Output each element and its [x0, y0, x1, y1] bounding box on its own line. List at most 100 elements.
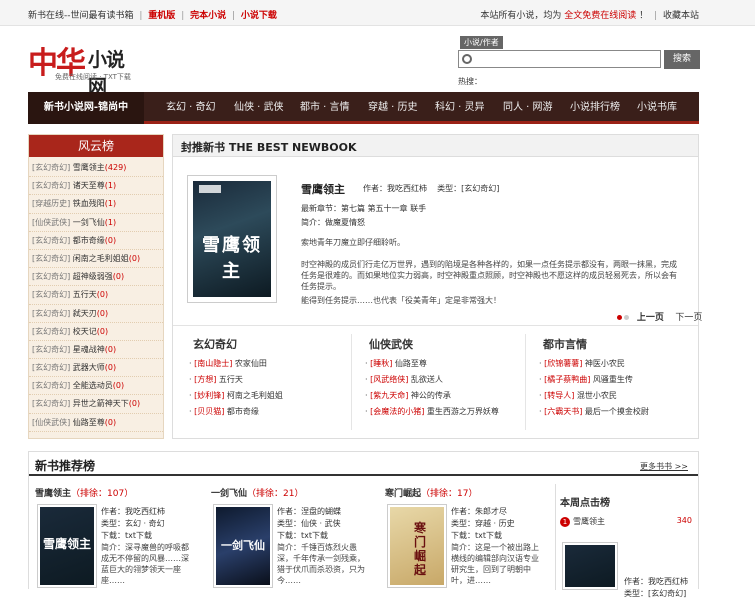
list-item[interactable]: · [紫九天命] 神公的传承 [365, 388, 525, 404]
site-slogan: 新书在线--世间最有读书箱 [28, 11, 134, 21]
publisher-badge [199, 185, 221, 193]
featured-latest-chapter[interactable]: 最新章节：第七篇 第五十一章 联手 [301, 203, 426, 214]
search-type-label[interactable]: 小说/作者 [460, 36, 503, 49]
book-title[interactable]: 一剑飞仙（排徐：21） [211, 486, 303, 499]
fengyun-item[interactable]: [玄幻奇幻] 雪鹰领主(429) [29, 159, 163, 178]
book-download[interactable]: 下载：txt下载 [101, 530, 152, 541]
featured-cover[interactable]: 雪鹰领主 [187, 175, 277, 303]
list-item[interactable]: · [方想] 五行天 [189, 372, 349, 388]
cover-image [565, 545, 615, 587]
item-category: [玄幻奇幻] [32, 163, 71, 172]
divider [525, 334, 526, 430]
fengyun-item[interactable]: [玄幻奇幻] 星魂战神(0) [29, 341, 163, 360]
nav-item-ranking[interactable]: 小说排行榜 [570, 92, 620, 124]
featured-book-name[interactable]: 雪鹰领主 [301, 181, 345, 197]
book-download[interactable]: 下载：txt下载 [277, 530, 328, 541]
list-item[interactable]: · [六霸天书] 最后一个摸金校尉 [539, 404, 699, 420]
list-item[interactable]: · [转导人] 混世小农民 [539, 388, 699, 404]
book-download[interactable]: 下载：txt下载 [451, 530, 502, 541]
nav-item-chuanyue[interactable]: 穿越 · 历史 [368, 92, 418, 124]
category-col-xianxia: 仙侠武侠 · [睡秋] 仙路至尊 · [风武络侠] 乱欲送人 · [紫九天命] … [351, 326, 519, 439]
cover-image: 寒门崛起 [390, 507, 444, 585]
list-item[interactable]: · [贝贝猫] 都市奇缘 [189, 404, 349, 420]
notice-text: 本站所有小说，均为 [480, 11, 562, 21]
fengyun-item[interactable]: [玄幻奇幻] 超神级弱强(0) [29, 268, 163, 287]
pager-dot[interactable] [624, 315, 629, 320]
fengyun-item[interactable]: [玄幻奇幻] 五行天(0) [29, 286, 163, 305]
item-category: [玄幻奇幻] [32, 399, 71, 409]
site-logo[interactable]: 中华 小说网 免费在线阅读 · TXT下载 [28, 38, 138, 98]
book-cover[interactable]: 雪鹰领主 [37, 504, 97, 588]
item-hits: (0) [104, 235, 117, 245]
nav-item-library[interactable]: 小说书库 [637, 92, 677, 124]
item-name: 弑天刃 [72, 308, 97, 318]
rank-row[interactable]: 1 雪鹰领主 340 [560, 516, 696, 527]
book-title[interactable]: 雪鹰领主（排徐：107） [35, 486, 133, 499]
book-cover[interactable]: 一剑飞仙 [213, 504, 273, 588]
list-item[interactable]: · [南山隐士] 农家仙田 [189, 356, 349, 372]
fengyun-item[interactable]: [玄幻奇幻] 异世之箭神天下(0) [29, 395, 163, 414]
book-title[interactable]: 寒门崛起（排徐：17） [385, 486, 477, 499]
featured-desc-2: 时空神殿的成员们行走亿万世界，遇到的陷境是各种各样的，如果一点任务提示都没有，两… [301, 260, 677, 291]
category-title[interactable]: 仙侠武侠 [369, 336, 413, 352]
finished-novels-link[interactable]: 完本小说 [190, 11, 226, 21]
search-button[interactable]: 搜索 [664, 50, 700, 69]
book-card: 一剑飞仙（排徐：21） 一剑飞仙 作者：涅盘的蝴蝶 类型：仙侠 · 武侠 下载：… [205, 484, 375, 590]
rank-author: 作者：我吃西红柿 [624, 577, 688, 586]
novel-download-link[interactable]: 小说下载 [241, 11, 277, 21]
fengyun-item[interactable]: [仙侠武侠] 一剑飞仙(1) [29, 214, 163, 232]
nav-item-tongren[interactable]: 同人 · 网游 [503, 92, 553, 124]
fengyun-item[interactable]: [玄幻奇幻] 闲南之毛利姐姐(0) [29, 250, 163, 269]
fengyun-item[interactable]: [玄幻奇幻] 校天记(0) [29, 323, 163, 341]
main-nav: 新书小说网-锦尚中 玄幻 · 奇幻 仙侠 · 武侠 都市 · 言情 穿越 · 历… [28, 92, 699, 124]
nav-item-kehuan[interactable]: 科幻 · 灵异 [435, 92, 485, 124]
separator: | [139, 11, 143, 21]
item-hits: (0) [104, 417, 117, 427]
fengyun-item[interactable]: [玄幻奇幻] 都市奇缘(0) [29, 232, 163, 250]
rank-count: 340 [676, 516, 692, 525]
cover-image: 雪鹰领主 [40, 507, 94, 585]
cover-image: 一剑飞仙 [216, 507, 270, 585]
nav-item-xuanhuan[interactable]: 玄幻 · 奇幻 [166, 92, 216, 124]
category-title[interactable]: 玄幻奇幻 [193, 336, 237, 352]
fengyun-item[interactable]: [穿越历史] 铁血残阳(1) [29, 195, 163, 214]
item-category: [仙侠武侠] [32, 217, 71, 227]
newbook-recommend: 新书推荐榜 更多书书 >> 雪鹰领主（排徐：107） 雪鹰领主 作者：我吃西红柿… [28, 451, 699, 598]
fengyun-item[interactable]: [仙侠武侠] 仙路至尊(0) [29, 414, 163, 432]
list-item[interactable]: · [风武络侠] 乱欲送人 [365, 372, 525, 388]
nav-item-xianxia[interactable]: 仙侠 · 武侠 [234, 92, 284, 124]
item-name: 一剑飞仙 [72, 217, 105, 227]
list-item[interactable]: · [欣锦薯薯] 神医小农民 [539, 356, 699, 372]
list-item[interactable]: · [会魔法的小猪] 重生西游之万界妖尊 [365, 404, 525, 420]
search-icon [462, 54, 472, 64]
prev-page-button[interactable]: 上一页 [637, 313, 664, 323]
item-category: [玄幻奇幻] [32, 308, 71, 318]
book-author: 作者：我吃西红柿 [101, 507, 165, 516]
more-link[interactable]: 更多书书 >> [640, 461, 688, 472]
list-item[interactable]: · [橘子蔡鸭曲] 风骚重生传 [539, 372, 699, 388]
notice-end: ！ [639, 11, 649, 21]
list-item[interactable]: · [妙利锋] 柯南之毛利姐姐 [189, 388, 349, 404]
fengyun-item[interactable]: [玄幻奇幻] 弑天刃(0) [29, 305, 163, 323]
book-cover[interactable]: 寒门崛起 [387, 504, 447, 588]
mobile-version-link[interactable]: 重机版 [148, 11, 175, 21]
fengyun-item[interactable]: [玄幻奇幻] 武器大师(0) [29, 359, 163, 378]
book-author: 作者：涅盘的蝴蝶 [277, 507, 341, 516]
pager-dot-active[interactable] [617, 315, 622, 320]
item-name: 雪鹰领主 [72, 163, 105, 172]
category-title[interactable]: 都市言情 [543, 336, 587, 352]
nav-item-dushi[interactable]: 都市 · 言情 [300, 92, 350, 124]
rank-cover[interactable] [562, 542, 618, 590]
next-page-button[interactable]: 下一页 [675, 313, 702, 323]
fengyun-item[interactable]: [玄幻奇幻] 诸天至尊(1) [29, 177, 163, 196]
nav-home[interactable]: 新书小说网-锦尚中 [28, 92, 144, 124]
list-item[interactable]: · [睡秋] 仙路至尊 [365, 356, 525, 372]
cover-title: 一剑飞仙 [221, 539, 265, 552]
featured-author: 作者：我吃西红柿 [363, 184, 427, 193]
fengyun-item[interactable]: [玄幻奇幻] 全能选动员(0) [29, 377, 163, 396]
search-input[interactable] [458, 50, 661, 68]
item-category: [玄幻奇幻] [32, 363, 71, 373]
bookmark-link[interactable]: 收藏本站 [663, 11, 699, 21]
rank-type: 类型：[玄幻奇幻] [624, 589, 687, 598]
item-hits: (0) [96, 326, 109, 336]
